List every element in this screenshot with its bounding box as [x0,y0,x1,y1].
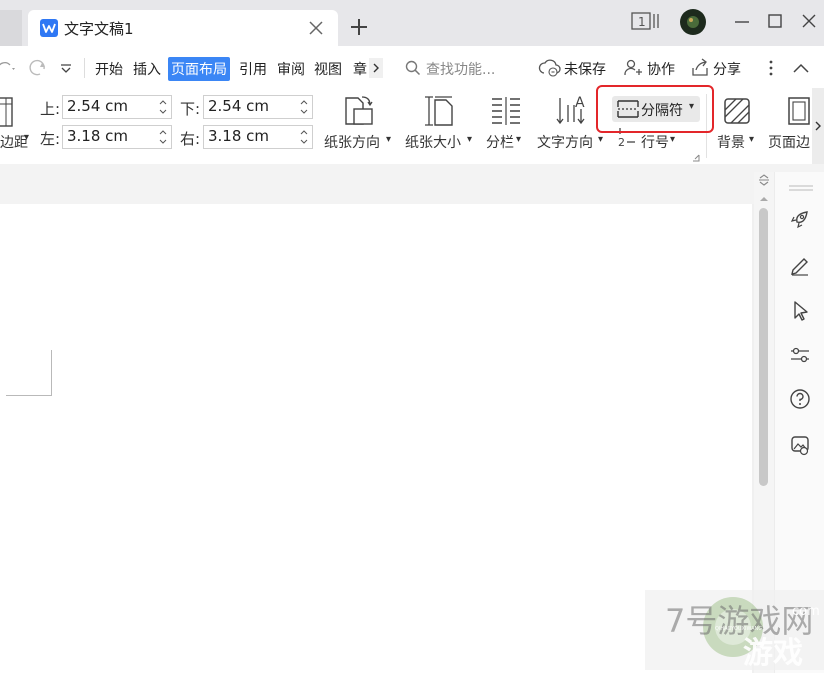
menu-more-chevron-icon[interactable] [369,58,383,78]
scrollbar-thumb[interactable] [759,208,768,486]
document-tab-title: 文字文稿1 [64,20,134,38]
watermark-games: 游戏 [743,636,803,671]
page-gap [0,172,756,204]
close-tab-icon[interactable] [304,16,328,40]
writer-doc-icon [40,19,58,37]
bottom-margin-value: 2.54 cm [208,97,270,115]
top-margin-spinner-icon[interactable] [159,97,167,117]
panel-drag-handle-icon[interactable] [789,180,813,191]
margins-icon[interactable] [0,96,14,128]
menu-references[interactable]: 引用 [239,59,267,79]
document-page[interactable] [0,204,752,673]
scroll-up-icon[interactable] [757,192,771,202]
watermark-domain: com [792,604,820,619]
maximize-icon[interactable] [763,8,787,36]
right-margin-spinner-icon[interactable] [300,127,308,147]
menu-home[interactable]: 开始 [95,59,123,79]
menu-page-layout[interactable]: 页面布局 [168,57,230,81]
share-button[interactable]: 分享 [713,59,741,79]
cursor-select-icon[interactable] [791,300,811,322]
svg-text:2: 2 [618,136,625,148]
columns-button[interactable]: 分栏 [486,132,514,152]
page-border-icon[interactable] [786,96,812,126]
document-tab[interactable]: 文字文稿1 [28,10,338,46]
text-direction-dropdown-icon[interactable]: ▾ [598,134,603,145]
more-options-icon[interactable] [764,58,778,78]
line-number-dropdown-icon[interactable]: ▾ [670,134,675,145]
site-watermark: 7号游戏网 QIHAOYOUXIWANG 游戏 com [645,590,824,671]
previous-tab[interactable] [0,10,22,46]
minimize-icon[interactable] [730,8,754,36]
bottom-margin-label: 下: [180,100,201,118]
right-margin-label: 右: [180,130,201,148]
background-icon[interactable] [722,96,752,126]
line-number-button[interactable]: 行号 [641,132,669,152]
user-avatar[interactable] [678,8,708,36]
ribbon-scroll-right-icon[interactable] [812,88,824,164]
top-margin-input[interactable]: 2.54 cm [62,95,172,119]
image-gallery-icon[interactable] [789,434,811,456]
orientation-icon[interactable] [340,94,376,128]
bottom-margin-input[interactable]: 2.54 cm [203,95,313,119]
menu-separator [84,58,85,78]
paper-size-icon[interactable] [422,94,456,128]
right-margin-value: 3.18 cm [208,127,270,145]
redo-icon[interactable] [26,58,48,78]
left-margin-input[interactable]: 3.18 cm [62,125,172,149]
separator-highlight-annotation [596,85,714,133]
left-margin-label: 左: [40,130,61,148]
feature-search-input[interactable]: 查找功能... [426,59,495,79]
page-setup-launcher-icon[interactable] [692,150,700,162]
rocket-icon[interactable] [789,208,811,230]
right-margin-input[interactable]: 3.18 cm [203,125,313,149]
menu-bar: 开始 插入 页面布局 引用 审阅 视图 章 查找功能... 未保存 协作 分享 [0,46,824,88]
columns-dropdown-icon[interactable]: ▾ [516,134,521,145]
collaborate-icon [622,58,644,78]
page-count-badge: 1 [638,15,646,29]
text-direction-button[interactable]: 文字方向 [537,132,593,152]
background-button[interactable]: 背景 [717,132,745,152]
share-icon [689,58,711,78]
collapse-ribbon-icon[interactable] [790,58,812,78]
bottom-margin-spinner-icon[interactable] [300,97,308,117]
quick-access-dropdown-icon[interactable] [58,60,74,76]
window-layout-icon[interactable]: 1 [628,8,662,36]
help-icon[interactable] [789,388,811,410]
undo-icon[interactable] [0,59,20,77]
orientation-dropdown-icon[interactable]: ▾ [386,134,391,145]
svg-text:A: A [575,95,585,111]
page-margin-corner-mark [6,350,52,396]
title-bar: 文字文稿1 1 [0,0,824,46]
paper-size-button[interactable]: 纸张大小 [405,132,461,152]
close-window-icon[interactable] [797,8,821,36]
left-margin-spinner-icon[interactable] [159,127,167,147]
top-margin-value: 2.54 cm [67,97,129,115]
menu-view[interactable]: 视图 [314,59,342,79]
paper-size-dropdown-icon[interactable]: ▾ [467,134,472,145]
menu-review[interactable]: 审阅 [277,59,305,79]
unsaved-status[interactable]: 未保存 [564,59,606,79]
columns-icon[interactable] [490,96,522,126]
collaborate-button[interactable]: 协作 [647,59,675,79]
margins-dropdown-icon[interactable]: ▾ [24,132,29,143]
text-direction-icon[interactable]: A [555,93,587,127]
cloud-save-icon [538,58,562,78]
scroll-split-icon[interactable] [757,174,771,186]
page-border-button[interactable]: 页面边 [768,132,810,152]
background-dropdown-icon[interactable]: ▾ [749,134,754,145]
top-margin-label: 上: [40,100,61,118]
new-tab-plus-icon[interactable] [346,14,372,40]
search-icon [404,59,422,77]
menu-chapter[interactable]: 章 [353,59,367,79]
adjust-settings-icon[interactable] [789,344,811,366]
orientation-button[interactable]: 纸张方向 [324,132,380,152]
menu-insert[interactable]: 插入 [133,59,161,79]
left-margin-value: 3.18 cm [67,127,129,145]
pen-edit-icon[interactable] [789,254,811,276]
ribbon-shadow [0,164,824,172]
